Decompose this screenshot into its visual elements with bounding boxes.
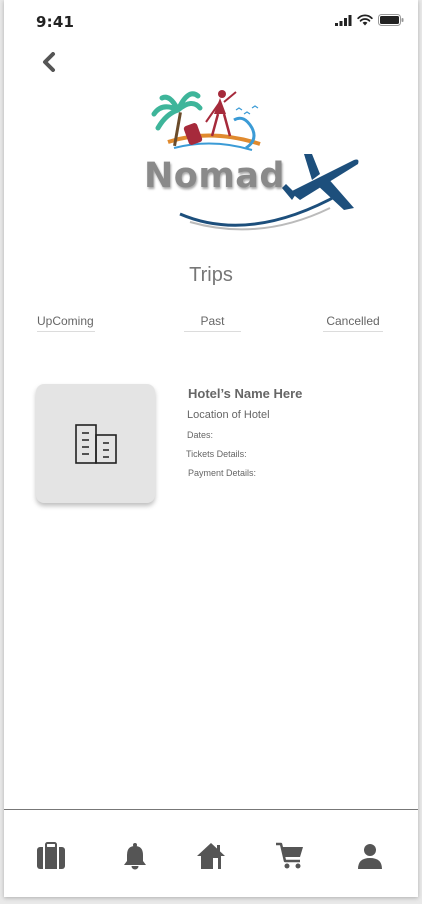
chevron-left-icon [43, 52, 55, 72]
tab-upcoming[interactable]: UpComing [37, 314, 95, 332]
hotel-building-icon [74, 423, 117, 464]
nav-trips[interactable] [35, 840, 67, 872]
logo-wordmark: Nomad [144, 156, 285, 196]
nav-notifications[interactable] [119, 840, 151, 872]
status-time: 9:41 [36, 13, 75, 31]
ticket-details: Tickets Details: [186, 449, 247, 459]
nav-home[interactable] [195, 840, 227, 872]
trip-dates: Dates: [187, 430, 214, 440]
status-bar: 9:41 [4, 0, 418, 44]
battery-icon [378, 14, 404, 26]
tab-cancelled[interactable]: Cancelled [323, 314, 383, 332]
bottom-nav [4, 809, 418, 897]
tab-past[interactable]: Past [184, 314, 241, 332]
phone-screen: 9:41 Nomad Trips UpComing Past Cancelled… [4, 0, 418, 897]
hotel-location: Location of Hotel [187, 409, 270, 421]
user-icon [358, 844, 382, 869]
nav-cart[interactable] [274, 840, 306, 872]
home-icon [197, 843, 225, 869]
hotel-thumbnail [36, 384, 155, 503]
page-title: Trips [189, 264, 233, 286]
cart-icon [276, 842, 303, 869]
nomad-logo: Nomad [140, 84, 362, 240]
back-button[interactable] [38, 50, 60, 74]
status-icons [335, 14, 404, 26]
payment-details: Payment Details: [188, 468, 257, 478]
trip-tabs: UpComing Past Cancelled [4, 314, 418, 334]
bell-icon [124, 843, 146, 870]
signal-icon [335, 14, 352, 26]
wifi-icon [357, 14, 373, 26]
nav-profile[interactable] [354, 840, 386, 872]
briefcase-icon [37, 842, 65, 869]
hotel-name: Hotel’s Name Here [188, 386, 303, 401]
trip-card[interactable]: Hotel’s Name Here Location of Hotel Date… [36, 384, 396, 508]
